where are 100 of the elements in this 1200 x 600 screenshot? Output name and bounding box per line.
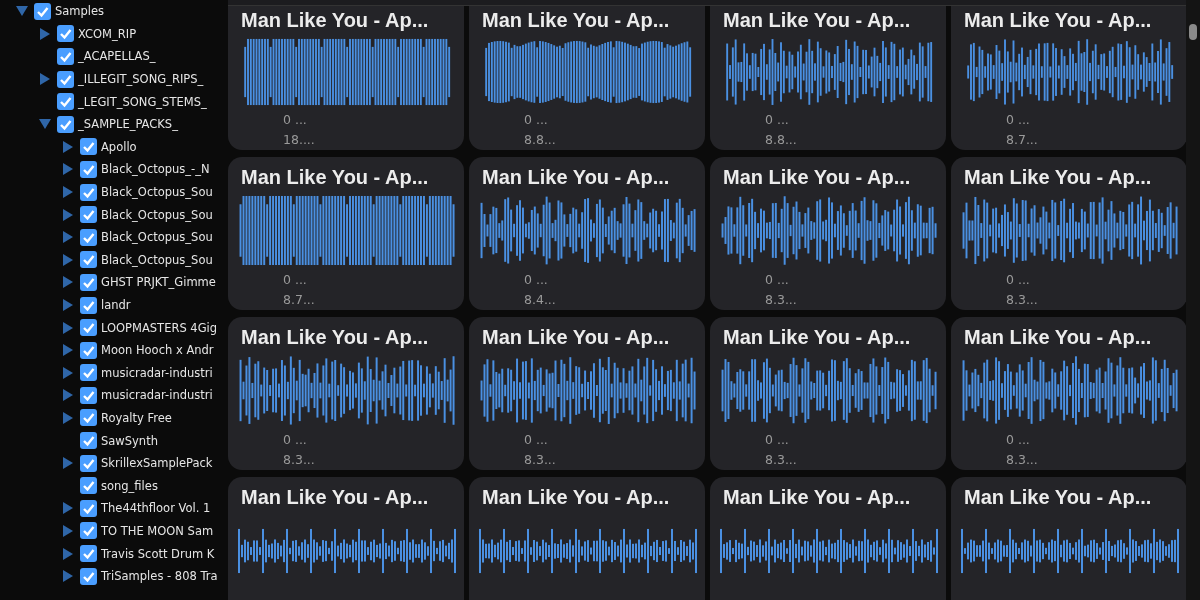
- tree-item-label[interactable]: Travis Scott Drum K: [101, 546, 215, 561]
- sample-card[interactable]: Man Like You - Ap... 0 ... 8.3...: [228, 317, 464, 470]
- sample-info: 0 ...: [765, 111, 789, 129]
- tree-item-label[interactable]: Black_Octopus_Sou: [101, 252, 213, 267]
- sample-title: Man Like You - Ap...: [240, 9, 430, 32]
- checkbox[interactable]: [80, 228, 97, 246]
- collapsed-arrow-icon[interactable]: [39, 27, 51, 40]
- checkbox[interactable]: [80, 499, 97, 517]
- sample-info: 0 ...: [1006, 431, 1030, 449]
- collapsed-arrow-icon[interactable]: [62, 321, 74, 334]
- tree-item-label[interactable]: GHST PRJKT_Gimme: [101, 275, 216, 290]
- checkbox[interactable]: [80, 454, 97, 472]
- checkbox[interactable]: [80, 206, 97, 224]
- sample-card[interactable]: Man Like You - Ap...: [951, 477, 1186, 600]
- sample-card[interactable]: Man Like You - Ap... 0 ... 8.7...: [228, 157, 464, 310]
- tree-item-label[interactable]: Black_Octopus_Sou: [101, 185, 213, 200]
- sample-card[interactable]: Man Like You - Ap... 0 ... 8.3...: [951, 317, 1186, 470]
- tree-item-label[interactable]: Moon Hooch x Andr: [101, 343, 214, 358]
- collapsed-arrow-icon[interactable]: [62, 276, 74, 289]
- sample-info: 8.3...: [524, 451, 556, 469]
- collapsed-arrow-icon[interactable]: [62, 140, 74, 153]
- tree-item-label[interactable]: The44thfloor Vol. 1: [101, 501, 211, 516]
- checkbox[interactable]: [80, 251, 97, 269]
- collapsed-arrow-icon[interactable]: [62, 412, 74, 424]
- checkbox[interactable]: [80, 432, 97, 450]
- sample-card[interactable]: Man Like You - Ap...: [710, 477, 946, 600]
- sample-card[interactable]: Man Like You - Ap... 0 ... 8.3...: [710, 157, 946, 310]
- checkbox[interactable]: [80, 341, 97, 359]
- tree-item-label[interactable]: XCOM_RIP: [78, 26, 137, 41]
- collapsed-arrow-icon[interactable]: [62, 231, 74, 244]
- tree-item-label[interactable]: musicradar-industri: [101, 365, 213, 380]
- sample-title: Man Like You - Ap...: [722, 9, 912, 32]
- collapsed-arrow-icon[interactable]: [62, 570, 74, 583]
- expanded-arrow-icon[interactable]: [16, 5, 28, 18]
- sample-card[interactable]: Man Like You - Ap... 0 ... 18....: [228, 6, 464, 150]
- checkbox[interactable]: [57, 93, 74, 111]
- sample-card[interactable]: Man Like You - Ap... 0 ... 8.3...: [951, 157, 1186, 310]
- checkbox[interactable]: [80, 545, 97, 563]
- tree-item-label[interactable]: Black_Octopus_-_N: [101, 162, 210, 177]
- tree-item-label[interactable]: SawSynth: [101, 433, 158, 448]
- sample-title: Man Like You - Ap...: [481, 9, 671, 32]
- scrollbar-thumb[interactable]: [1189, 24, 1197, 40]
- sample-card[interactable]: Man Like You - Ap...: [469, 477, 705, 600]
- checkbox[interactable]: [80, 567, 97, 585]
- tree-item-label[interactable]: _ILLEGIT_SONG_RIPS_: [78, 72, 204, 87]
- collapsed-arrow-icon[interactable]: [62, 344, 74, 357]
- tree-item-label[interactable]: Royalty Free: [101, 411, 172, 425]
- expanded-arrow-icon[interactable]: [39, 118, 51, 131]
- checkbox[interactable]: [80, 477, 97, 495]
- scrollbar[interactable]: [1186, 0, 1200, 600]
- checkbox[interactable]: [80, 160, 97, 178]
- tree-item-label[interactable]: LOOPMASTERS 4Gig: [101, 320, 218, 335]
- tree-item-label[interactable]: Samples: [55, 4, 105, 19]
- sample-info: 0 ...: [283, 271, 307, 289]
- sample-card[interactable]: Man Like You - Ap...: [228, 477, 464, 600]
- checkbox[interactable]: [80, 296, 97, 314]
- sample-card[interactable]: Man Like You - Ap... 0 ... 8.3...: [469, 317, 705, 470]
- collapsed-arrow-icon[interactable]: [62, 366, 74, 379]
- collapsed-arrow-icon[interactable]: [62, 163, 74, 176]
- checkbox[interactable]: [80, 183, 97, 201]
- tree-item-label[interactable]: TO THE MOON Sam: [101, 523, 214, 538]
- checkbox[interactable]: [57, 48, 74, 65]
- sample-card[interactable]: Man Like You - Ap... 0 ... 8.4...: [469, 157, 705, 310]
- sample-card[interactable]: Man Like You - Ap... 0 ... 8.8...: [710, 6, 946, 150]
- collapsed-arrow-icon[interactable]: [62, 299, 74, 311]
- checkbox[interactable]: [57, 25, 74, 43]
- collapsed-arrow-icon[interactable]: [62, 208, 74, 221]
- checkbox[interactable]: [80, 138, 97, 156]
- checkbox[interactable]: [80, 409, 97, 427]
- sample-card[interactable]: Man Like You - Ap... 0 ... 8.3...: [710, 317, 946, 470]
- sample-card[interactable]: Man Like You - Ap... 0 ... 8.7...: [951, 6, 1186, 150]
- checkbox[interactable]: [80, 522, 97, 540]
- checkbox[interactable]: [80, 364, 97, 382]
- sample-card[interactable]: Man Like You - Ap... 0 ... 8.8...: [469, 6, 705, 150]
- checkbox[interactable]: [57, 115, 74, 133]
- collapsed-arrow-icon[interactable]: [62, 253, 74, 266]
- tree-item-label[interactable]: Apollo: [101, 139, 137, 154]
- tree-item-label[interactable]: TriSamples - 808 Tra: [101, 569, 218, 584]
- collapsed-arrow-icon[interactable]: [62, 186, 74, 199]
- tree-item-label[interactable]: _LEGIT_SONG_STEMS_: [78, 94, 207, 109]
- checkbox[interactable]: [80, 386, 97, 404]
- tree-item-label[interactable]: _ACAPELLAS_: [78, 49, 156, 64]
- tree-item-label[interactable]: Black_Octopus_Sou: [101, 207, 213, 222]
- collapsed-arrow-icon[interactable]: [62, 502, 74, 515]
- tree-item-label[interactable]: SkrillexSamplePack: [101, 456, 213, 471]
- tree-item-label[interactable]: musicradar-industri: [101, 388, 213, 403]
- tree-item-label[interactable]: song_files: [101, 478, 158, 493]
- collapsed-arrow-icon[interactable]: [39, 73, 51, 86]
- tree-item-label[interactable]: _SAMPLE_PACKS_: [78, 117, 178, 132]
- collapsed-arrow-icon[interactable]: [62, 457, 74, 470]
- collapsed-arrow-icon[interactable]: [62, 389, 74, 402]
- tree-item-label[interactable]: landr: [101, 298, 131, 312]
- collapsed-arrow-icon[interactable]: [62, 547, 74, 560]
- checkbox[interactable]: [80, 319, 97, 337]
- checkbox[interactable]: [80, 273, 97, 291]
- sample-title: Man Like You - Ap...: [722, 486, 912, 509]
- checkbox[interactable]: [34, 2, 51, 20]
- checkbox[interactable]: [57, 70, 74, 88]
- collapsed-arrow-icon[interactable]: [62, 524, 74, 537]
- tree-item-label[interactable]: Black_Octopus_Sou: [101, 230, 213, 245]
